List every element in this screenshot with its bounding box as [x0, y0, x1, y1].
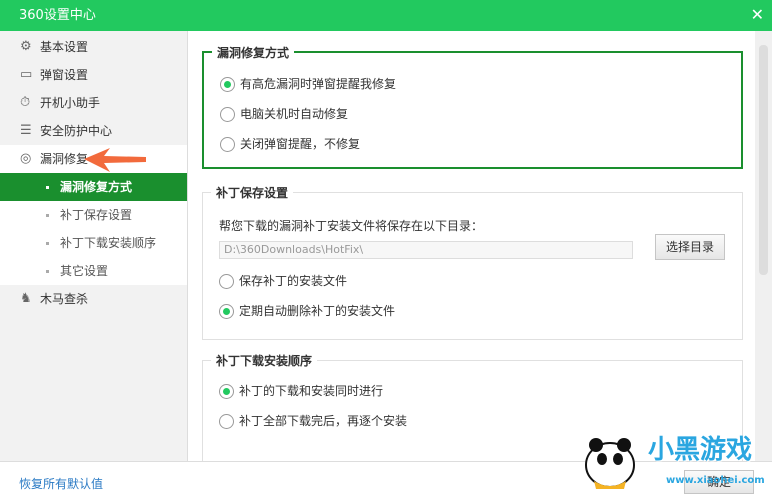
sidebar: ⚙ 基本设置 ▭ 弹窗设置 ⏱ 开机小助手 ☰ 安全防护中心 ◎ 漏洞修复 漏洞修复方式 …	[0, 31, 188, 461]
sidebar-item-label: 安全防护中心	[40, 124, 113, 138]
group-title: 补丁下载安装顺序	[211, 352, 318, 369]
radio-auto-delete-patch[interactable]: 定期自动删除补丁的安装文件	[219, 302, 395, 320]
watermark-logo: 小黑游戏 www.xiaohei.com	[580, 425, 770, 491]
scrollbar-thumb[interactable]	[759, 45, 768, 275]
radio-no-repair[interactable]: 关闭弹窗提醒，不修复	[220, 135, 360, 153]
watermark-text: 小黑游戏	[648, 435, 753, 465]
group-title: 漏洞修复方式	[212, 44, 295, 61]
sidebar-sub-other[interactable]: 其它设置	[0, 257, 187, 285]
watermark-url: www.xiaohei.com	[666, 475, 765, 486]
sidebar-item-label: 木马查杀	[40, 292, 89, 306]
radio-download-install-parallel[interactable]: 补丁的下载和安装同时进行	[219, 382, 383, 400]
timer-icon: ⏱	[20, 95, 31, 110]
radio-keep-patch[interactable]: 保存补丁的安装文件	[219, 272, 347, 290]
close-icon[interactable]: ✕	[751, 0, 764, 29]
choose-directory-button[interactable]: 选择目录	[655, 234, 725, 260]
window-title: 360设置中心	[19, 8, 96, 23]
radio-auto-repair-shutdown[interactable]: 电脑关机时自动修复	[220, 105, 348, 123]
sidebar-sub-download-order[interactable]: 补丁下载安装顺序	[0, 229, 187, 257]
panda-icon	[585, 438, 635, 489]
title-bar: 360设置中心 ✕	[0, 0, 772, 31]
shield-wall-icon: ☰	[20, 123, 32, 138]
annotation-arrow-icon	[84, 148, 146, 172]
sidebar-item-trojan[interactable]: ♞ 木马查杀	[0, 285, 187, 313]
repair-icon: ◎	[20, 151, 32, 166]
radio-download-then-install[interactable]: 补丁全部下载完后，再逐个安装	[219, 412, 407, 430]
patch-save-desc: 帮您下载的漏洞补丁安装文件将保存在以下目录：	[219, 219, 484, 233]
sidebar-item-security[interactable]: ☰ 安全防护中心	[0, 117, 187, 145]
sidebar-item-label: 基本设置	[40, 40, 89, 54]
sidebar-item-label: 弹窗设置	[40, 68, 89, 82]
scrollbar[interactable]	[755, 31, 772, 461]
sidebar-item-startup[interactable]: ⏱ 开机小助手	[0, 89, 187, 117]
restore-defaults-link[interactable]: 恢复所有默认值	[19, 475, 103, 492]
group-title: 补丁保存设置	[211, 184, 294, 201]
gear-icon: ⚙	[20, 39, 32, 54]
group-patch-save: 补丁保存设置 帮您下载的漏洞补丁安装文件将保存在以下目录： D:\360Down…	[202, 184, 743, 340]
sidebar-sub-patch-save[interactable]: 补丁保存设置	[0, 201, 187, 229]
sidebar-sub-repair-mode[interactable]: 漏洞修复方式	[0, 173, 187, 201]
patch-path-input[interactable]: D:\360Downloads\HotFix\	[219, 241, 633, 259]
window-icon: ▭	[20, 67, 33, 82]
horse-icon: ♞	[20, 291, 32, 306]
group-repair-mode: 漏洞修复方式 有高危漏洞时弹窗提醒我修复 电脑关机时自动修复 关闭弹窗提醒，不修…	[202, 44, 743, 169]
main-panel: 漏洞修复方式 有高危漏洞时弹窗提醒我修复 电脑关机时自动修复 关闭弹窗提醒，不修…	[189, 31, 772, 461]
sidebar-item-popup[interactable]: ▭ 弹窗设置	[0, 61, 187, 89]
sidebar-item-basic[interactable]: ⚙ 基本设置	[0, 33, 187, 61]
sidebar-item-label: 开机小助手	[40, 96, 101, 110]
radio-popup-remind[interactable]: 有高危漏洞时弹窗提醒我修复	[220, 75, 396, 93]
